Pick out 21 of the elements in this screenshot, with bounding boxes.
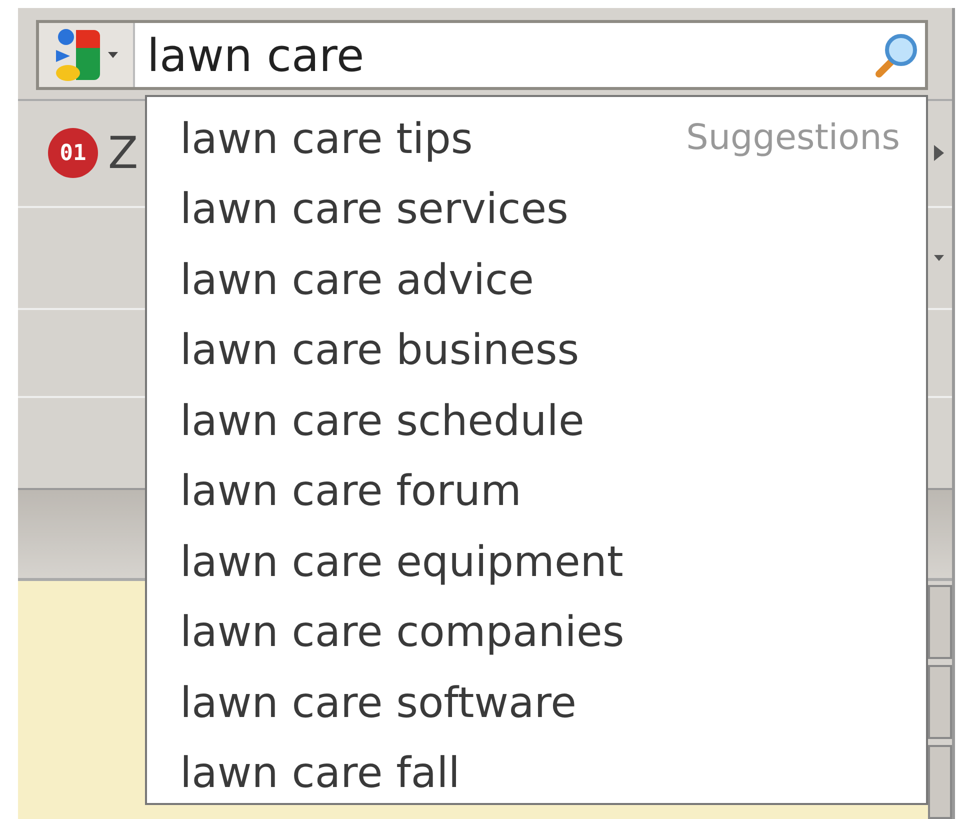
search-engine-button[interactable]	[39, 23, 135, 87]
counter-badge: 01	[48, 128, 98, 178]
caret-icon	[108, 52, 118, 58]
toolbar-label: Z	[108, 128, 138, 179]
suggestion-item[interactable]: lawn care fall	[147, 738, 926, 808]
colorful-logo-icon	[54, 28, 102, 82]
caret-icon[interactable]	[934, 255, 944, 262]
suggestion-item[interactable]: lawn care advice	[147, 244, 926, 314]
suggestion-item[interactable]: lawn care equipment	[147, 526, 926, 596]
suggestion-item[interactable]: lawn care software	[147, 667, 926, 738]
suggestions-heading: Suggestions	[686, 118, 900, 158]
search-input[interactable]: lawn care	[135, 23, 873, 87]
search-field[interactable]: lawn care	[36, 20, 928, 90]
suggestion-item[interactable]: lawn care forum	[147, 456, 926, 526]
suggestion-item[interactable]: lawn care companies	[147, 596, 926, 667]
suggestion-item[interactable]: lawn care schedule	[147, 385, 926, 456]
suggestion-item[interactable]: lawn care services	[147, 174, 926, 244]
chevron-icon[interactable]	[934, 145, 944, 162]
suggestion-item[interactable]: lawn care tips Suggestions	[147, 103, 926, 174]
suggestion-item[interactable]: lawn care business	[147, 314, 926, 385]
search-icon[interactable]	[873, 32, 919, 78]
